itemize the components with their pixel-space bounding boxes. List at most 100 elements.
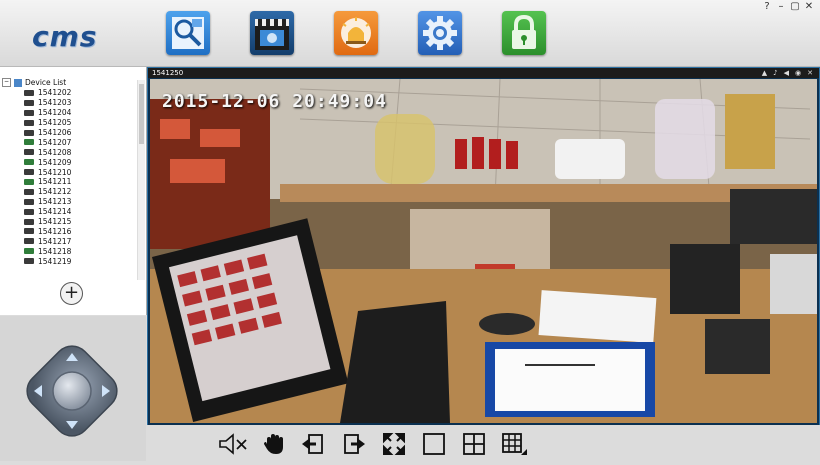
layout-menu-button[interactable] [501, 432, 527, 456]
camera-icon [24, 129, 34, 136]
microphone-icon[interactable]: ♪ [773, 69, 777, 77]
ptz-hand-button[interactable] [262, 432, 288, 456]
device-item-label: 1541216 [38, 226, 72, 236]
device-item-label: 1541210 [38, 167, 72, 177]
device-item[interactable]: 1541206 [24, 128, 136, 138]
quad-layout-icon [463, 433, 485, 455]
device-item-label: 1541205 [38, 118, 72, 128]
device-item[interactable]: 1541207 [24, 137, 136, 147]
timestamp-overlay: 2015-12-06 20:49:04 [162, 91, 387, 112]
device-item-label: 1541218 [38, 246, 72, 256]
settings-button[interactable] [418, 11, 462, 55]
playback-button[interactable] [250, 11, 294, 55]
device-item[interactable]: 1541216 [24, 226, 136, 236]
quad-view-button[interactable] [462, 432, 488, 456]
device-item-label: 1541209 [38, 157, 72, 167]
mute-button[interactable] [219, 432, 247, 456]
device-item[interactable]: 1541217 [24, 236, 136, 246]
close-video-icon[interactable]: ✕ [807, 69, 813, 77]
device-item[interactable]: 1541211 [24, 177, 136, 187]
device-item-label: 1541203 [38, 98, 72, 108]
device-list-label: Device List [25, 78, 67, 87]
single-view-button[interactable] [422, 432, 448, 456]
camera-icon [24, 178, 34, 185]
device-item[interactable]: 1541203 [24, 98, 136, 108]
device-item-label: 1541206 [38, 128, 72, 137]
channel-label: 1541250 [152, 69, 184, 77]
device-item-label: 1541204 [38, 108, 72, 118]
device-item-label: 1541213 [38, 197, 72, 207]
camera-icon [24, 119, 34, 126]
device-item[interactable]: 1541202 [24, 88, 136, 98]
device-item[interactable]: 1541204 [24, 108, 136, 118]
snapshot-icon[interactable]: ◉ [795, 69, 801, 77]
device-item-label: 1541208 [38, 147, 72, 157]
camera-icon [24, 169, 34, 176]
camera-feed[interactable]: 2015-12-06 20:49:04 [150, 79, 817, 423]
device-item[interactable]: 1541215 [24, 217, 136, 227]
padlock-icon [512, 14, 536, 49]
camera-icon [24, 109, 34, 116]
device-item[interactable]: 1541219 [24, 256, 136, 266]
help-button[interactable]: ? [762, 1, 772, 12]
camera-icon [24, 188, 34, 195]
device-item-label: 1541212 [38, 187, 72, 197]
camera-icon [24, 159, 34, 166]
device-item[interactable]: 1541212 [24, 187, 136, 197]
search-devices-button[interactable] [166, 11, 210, 55]
device-item[interactable]: 1541218 [24, 246, 136, 256]
device-item[interactable]: 1541208 [24, 147, 136, 157]
camera-icon [24, 248, 34, 255]
lock-button[interactable] [502, 11, 546, 55]
device-list: 1541202 1541203 1541204 1541205 1541206 15412… [2, 88, 136, 266]
collapse-icon[interactable]: − [2, 78, 11, 87]
minimize-button[interactable]: – [776, 1, 786, 12]
camera-icon [24, 99, 34, 106]
device-item[interactable]: 1541209 [24, 157, 136, 167]
close-button[interactable]: ✕ [804, 1, 814, 12]
device-item[interactable]: 1541214 [24, 207, 136, 217]
device-item-label: 1541214 [38, 207, 72, 217]
device-item-label: 1541211 [38, 177, 72, 187]
multi-layout-dropdown-icon [502, 433, 527, 455]
device-tree-scrollbar[interactable] [137, 80, 145, 280]
alarm-button[interactable] [334, 11, 378, 55]
restore-button[interactable]: ▢ [790, 1, 800, 12]
ptz-center-knob[interactable] [52, 371, 92, 411]
camera-icon [24, 208, 34, 215]
alarm-status-icon: ▲ [761, 69, 768, 77]
video-header: 1541250 ▲ ♪ ◀ ◉ ✕ [148, 68, 819, 78]
video-header-icons: ▲ ♪ ◀ ◉ ✕ [762, 69, 813, 77]
device-sidebar: − Device List 1541202 1541203 1541204 15412… [0, 67, 147, 315]
clapperboard-icon [255, 19, 289, 50]
camera-icon [24, 198, 34, 205]
previous-page-button[interactable] [301, 432, 327, 456]
camera-scene-image [150, 79, 817, 423]
device-item[interactable]: 1541210 [24, 167, 136, 177]
camera-icon [24, 89, 34, 96]
camera-icon [24, 258, 34, 265]
fullscreen-icon [383, 433, 405, 455]
next-page-icon [344, 434, 365, 454]
device-tree: − Device List 1541202 1541203 1541204 15412… [2, 77, 136, 277]
camera-icon [24, 149, 34, 156]
device-list-root[interactable]: − Device List [2, 77, 136, 88]
speaker-icon[interactable]: ◀ [784, 69, 789, 77]
add-device-button[interactable]: + [60, 282, 83, 305]
device-item-label: 1541219 [38, 256, 72, 266]
video-panel[interactable]: 1541250 ▲ ♪ ◀ ◉ ✕ 2015-12-06 20:49:04 [147, 67, 820, 426]
camera-icon [24, 238, 34, 245]
scrollbar-thumb[interactable] [139, 84, 144, 144]
next-page-button[interactable] [342, 432, 368, 456]
device-item[interactable]: 1541205 [24, 118, 136, 128]
camera-icon [24, 228, 34, 235]
magnifier-icon [172, 17, 204, 49]
device-item[interactable]: 1541213 [24, 197, 136, 207]
window-controls: ? – ▢ ✕ [762, 1, 814, 12]
ptz-direction-pad [26, 345, 118, 437]
fullscreen-button[interactable] [382, 432, 408, 456]
mute-icon [219, 433, 247, 455]
camera-icon [24, 139, 34, 146]
device-item-label: 1541215 [38, 217, 72, 227]
device-list-icon [14, 78, 22, 87]
